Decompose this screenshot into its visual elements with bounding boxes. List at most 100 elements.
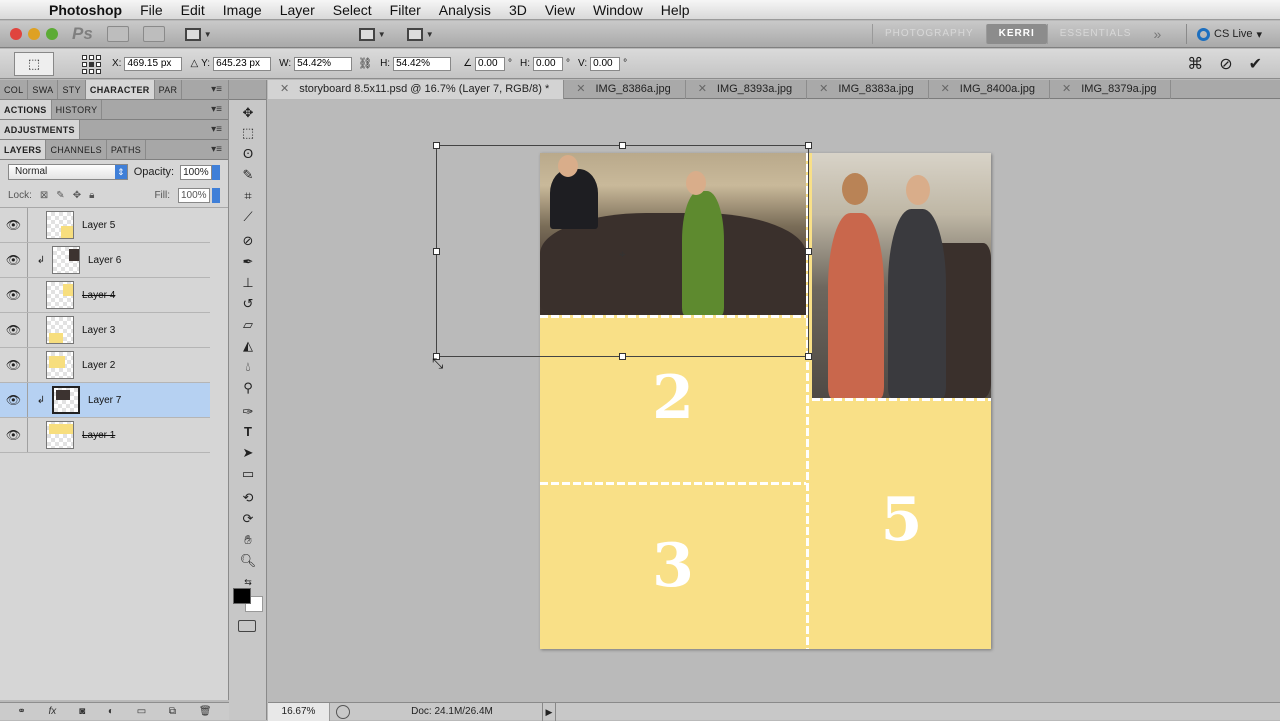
blend-mode-select[interactable]: Normal	[8, 164, 128, 180]
layer-name[interactable]: Layer 4	[82, 290, 115, 301]
opacity-slider-toggle[interactable]	[212, 164, 221, 180]
pen-tool-icon[interactable]: ✑	[238, 403, 258, 421]
height-input[interactable]	[393, 56, 452, 71]
brush-tool-icon[interactable]: ✒	[238, 253, 258, 271]
ref-point-center[interactable]	[89, 61, 94, 67]
menu-image[interactable]: Image	[214, 2, 271, 18]
blur-tool-icon[interactable]: 💧︎	[238, 358, 258, 376]
menu-3d[interactable]: 3D	[500, 2, 536, 18]
transform-handle-bottom-right[interactable]	[805, 353, 812, 360]
close-window-button[interactable]	[10, 28, 22, 40]
layer-row[interactable]: 👁︎ Layer 2	[0, 348, 210, 383]
menu-file[interactable]: File	[131, 2, 172, 18]
close-icon[interactable]: ✕	[280, 80, 289, 99]
rectangle-tool-icon[interactable]: ▭	[238, 465, 258, 483]
healing-brush-tool-icon[interactable]: ⊘	[238, 232, 258, 250]
tab-img-8393a[interactable]: ✕ IMG_8393a.jpg	[686, 80, 808, 99]
cancel-transform-icon[interactable]: ⊘	[1219, 54, 1232, 74]
more-workspaces-icon[interactable]: »	[1143, 26, 1171, 42]
trash-icon[interactable]: 🗑︎	[199, 706, 212, 717]
menu-view[interactable]: View	[536, 2, 584, 18]
fx-icon[interactable]: fx	[49, 706, 57, 717]
opacity-input[interactable]: 100%	[180, 164, 213, 180]
link-proportions-icon[interactable]: ⛓	[358, 57, 372, 70]
tab-paragraph[interactable]: PAR	[155, 80, 183, 99]
fill-slider-toggle[interactable]	[212, 188, 220, 203]
h-skew-input[interactable]	[533, 56, 564, 71]
layer-row[interactable]: 👁︎ Layer 5	[0, 208, 210, 243]
visibility-eye-icon[interactable]: 👁︎	[0, 278, 28, 312]
panel-menu-icon[interactable]: ▾≡	[211, 100, 222, 120]
menu-select[interactable]: Select	[324, 2, 381, 18]
tab-paths[interactable]: PATHS	[107, 140, 147, 159]
commit-transform-icon[interactable]: ✔	[1249, 54, 1262, 74]
layer-row[interactable]: 👁︎ ↲ Layer 6	[0, 243, 210, 278]
visibility-eye-icon[interactable]: 👁︎	[0, 418, 28, 452]
mini-bridge-icon[interactable]	[142, 26, 165, 42]
ref-point[interactable]	[96, 68, 101, 74]
rotate-input[interactable]	[475, 56, 506, 71]
layer-name[interactable]: Layer 3	[82, 325, 115, 336]
layer-row[interactable]: 👁︎ Layer 3	[0, 313, 210, 348]
layer-name[interactable]: Layer 1	[82, 430, 115, 441]
lock-position-icon[interactable]: ✥	[73, 190, 81, 201]
eyedropper-tool-icon[interactable]: ⟋	[238, 208, 258, 226]
tab-actions[interactable]: ACTIONS	[0, 100, 52, 119]
tab-layers[interactable]: LAYERS	[0, 140, 47, 159]
layer-row-selected[interactable]: 👁︎ ↲ Layer 7	[0, 383, 210, 418]
visibility-eye-icon[interactable]: 👁︎	[0, 208, 28, 242]
v-skew-input[interactable]	[590, 56, 621, 71]
zoom-level-field[interactable]	[249, 26, 339, 42]
transform-handle-left[interactable]	[433, 248, 440, 255]
eraser-tool-icon[interactable]: ▱	[238, 316, 258, 334]
ref-point[interactable]	[89, 68, 94, 74]
view-extras-dropdown[interactable]: ▼	[184, 26, 213, 42]
reference-point-locator[interactable]	[82, 54, 104, 74]
foreground-color-swatch-front[interactable]	[233, 588, 251, 604]
quick-mask-button[interactable]	[238, 620, 256, 632]
panel-menu-icon[interactable]: ▾≡	[211, 140, 222, 160]
tab-channels[interactable]: CHANNELS	[46, 140, 107, 159]
layer-name[interactable]: Layer 7	[88, 395, 121, 406]
new-layer-icon[interactable]: ⧉	[169, 706, 176, 717]
close-icon[interactable]: ✕	[698, 80, 707, 99]
canvas-area[interactable]: 2 3 5 ⌖ ⤡	[268, 100, 1280, 702]
clone-stamp-tool-icon[interactable]: ⊥	[238, 274, 258, 292]
screen-mode-dropdown[interactable]: ▼	[406, 26, 435, 42]
new-group-icon[interactable]: ▭	[137, 706, 146, 717]
cs-live-button[interactable]: CS Live ▾	[1186, 24, 1262, 44]
zoom-percent-field[interactable]: 16.67%	[268, 702, 330, 721]
3d-rotate-tool-icon[interactable]: ⟲	[238, 489, 258, 507]
adjustment-layer-icon[interactable]: ◐	[108, 706, 114, 717]
fill-input[interactable]: 100%	[178, 188, 210, 203]
tab-styles[interactable]: STY	[58, 80, 86, 99]
transform-handle-top-right[interactable]	[805, 142, 812, 149]
width-input[interactable]	[294, 56, 353, 71]
tab-character[interactable]: CHARACTER	[85, 80, 155, 99]
history-brush-tool-icon[interactable]: ↺	[238, 295, 258, 313]
zoom-tool-icon[interactable]: 🔍︎	[238, 552, 258, 570]
dodge-tool-icon[interactable]: ⚲	[238, 379, 258, 397]
tab-img-8400a[interactable]: ✕ IMG_8400a.jpg	[929, 80, 1050, 99]
close-icon[interactable]: ✕	[576, 80, 585, 99]
close-icon[interactable]: ✕	[941, 80, 950, 99]
visibility-eye-icon[interactable]: 👁︎	[0, 243, 28, 277]
menu-analysis[interactable]: Analysis	[430, 2, 500, 18]
transform-handle-top-left[interactable]	[433, 142, 440, 149]
minimize-window-button[interactable]	[28, 28, 40, 40]
menu-app[interactable]: Photoshop	[40, 2, 131, 18]
tool-preset-picker[interactable]: ⬚	[14, 51, 54, 76]
layer-row[interactable]: 👁︎ Layer 1	[0, 418, 210, 453]
menu-filter[interactable]: Filter	[381, 2, 430, 18]
tab-adjustments[interactable]: ADJUSTMENTS	[0, 120, 80, 139]
lock-transparent-icon[interactable]: ⊠	[40, 190, 48, 201]
photo-standing-couple[interactable]	[812, 153, 991, 398]
layer-row[interactable]: 👁︎ Layer 4	[0, 278, 210, 313]
panel-menu-icon[interactable]: ▾≡	[211, 120, 222, 140]
bridge-icon[interactable]	[106, 26, 129, 42]
panel-menu-icon[interactable]: ▾≡	[211, 80, 222, 100]
visibility-eye-icon[interactable]: 👁︎	[0, 313, 28, 347]
zoom-window-button[interactable]	[46, 28, 58, 40]
ref-point[interactable]	[82, 54, 87, 60]
menu-edit[interactable]: Edit	[172, 2, 214, 18]
